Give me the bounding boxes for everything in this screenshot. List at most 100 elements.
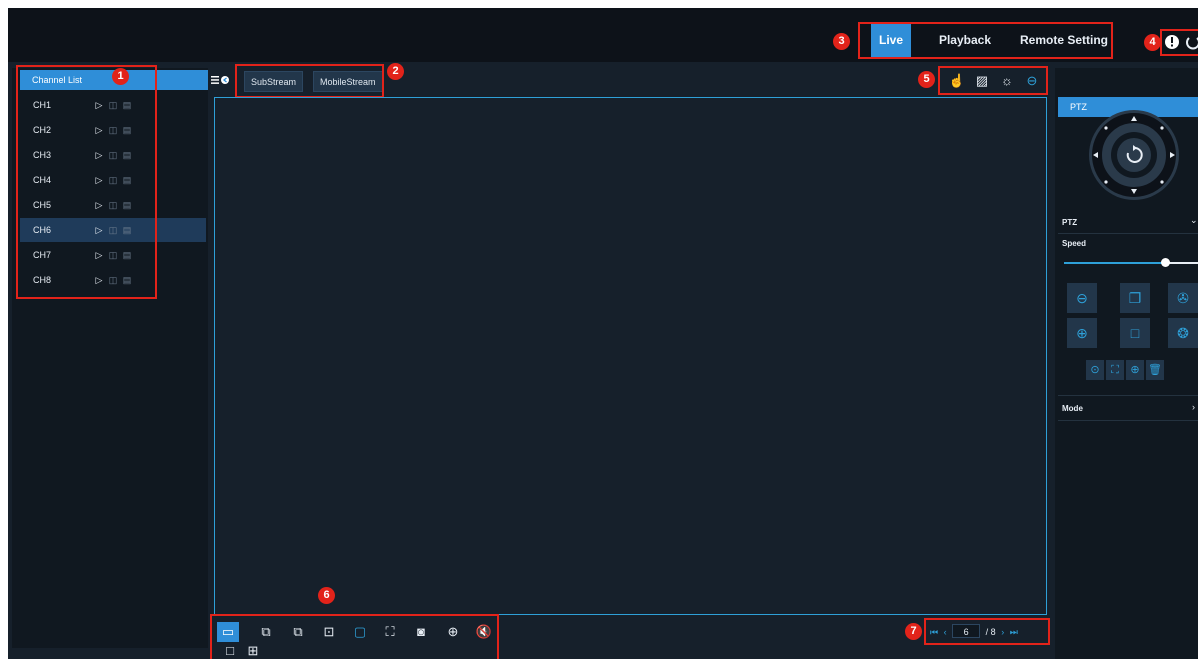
play-icon[interactable]: ▷ [92,218,106,242]
chevron-right-icon[interactable]: › [1192,402,1195,412]
list-menu-icon[interactable] [208,73,230,87]
callout-6: 6 [318,587,335,604]
callout-4: 4 [1144,34,1161,51]
play-icon[interactable]: ▷ [92,93,106,117]
power-icon[interactable] [1184,33,1198,51]
play-icon[interactable]: ▷ [92,243,106,267]
channel-row-ch6[interactable]: CH6 ▷ ◫ ▤ [20,218,206,242]
play-icon[interactable]: ▷ [92,268,106,292]
video-view[interactable] [214,97,1047,615]
ptz-dome-icon[interactable]: ⊖ [1022,71,1042,91]
snapshot-icon[interactable]: ◫ [106,193,120,217]
channel-label: CH4 [33,175,52,185]
iris-open-button[interactable]: ✇ [1168,283,1198,313]
tab-remote-setting[interactable]: Remote Setting [1015,22,1113,58]
speed-slider[interactable] [1064,258,1198,268]
record-icon[interactable]: ▤ [120,218,134,242]
last-page-icon[interactable]: ⏭ [1010,627,1018,637]
single-layout-icon[interactable]: □ [219,642,241,659]
channel-label: CH8 [33,275,52,285]
record-icon[interactable]: ▤ [120,118,134,142]
record-icon[interactable]: ▤ [120,243,134,267]
channel-label: CH2 [33,125,52,135]
record-icon[interactable]: ▤ [120,93,134,117]
snapshot-icon[interactable]: ◫ [106,118,120,142]
channel-label: CH3 [33,150,52,160]
zoom-search-icon[interactable]: ⊙ [1086,360,1104,380]
substream-button[interactable]: SubStream [244,71,304,92]
play-icon[interactable]: ▷ [92,143,106,167]
quad-layout-icon[interactable]: ⊞ [242,642,264,659]
record-icon[interactable]: ▤ [120,268,134,292]
record-icon[interactable]: ▤ [120,143,134,167]
mobilestream-button[interactable]: MobileStream [313,71,383,92]
callout-7: 7 [905,623,922,640]
speed-slider-thumb[interactable] [1160,258,1170,267]
zoom-in-icon[interactable]: ⊕ [442,622,464,642]
channel-row-ch2[interactable]: CH2 ▷ ◫ ▤ [20,118,206,142]
focus-far-button[interactable]: ❐ [1120,283,1150,313]
iris-close-button[interactable]: ❂ [1168,318,1198,348]
callout-1: 1 [112,68,129,85]
channel-label: CH1 [33,100,52,110]
channel-row-ch5[interactable]: CH5 ▷ ◫ ▤ [20,193,206,217]
first-page-icon[interactable]: ⏮ [930,627,938,637]
previous-group-icon[interactable]: ⧉ [255,622,277,642]
speed-label: Speed [1062,239,1087,248]
record-icon[interactable]: ▤ [120,168,134,192]
pager: ⏮ ‹ 6 / 8 › ⏭ [930,622,1018,642]
channel-row-ch1[interactable]: CH1 ▷ ◫ ▤ [20,93,206,117]
zoom-out-button[interactable]: ⊖ [1067,283,1097,313]
mode-label: Mode [1062,404,1083,413]
info-icon[interactable] [1163,33,1181,51]
digital-zoom-icon[interactable]: ⊡ [318,622,340,642]
mute-icon[interactable]: 🔇 [473,622,495,642]
delete-preset-icon[interactable]: 🗑 [1146,360,1164,380]
single-view-icon[interactable]: ▭ [217,622,239,642]
snapshot-icon[interactable]: ◫ [106,268,120,292]
play-icon[interactable]: ▷ [92,168,106,192]
channel-row-ch7[interactable]: CH7 ▷ ◫ ▤ [20,243,206,267]
tab-live[interactable]: Live [871,22,911,58]
snapshot-icon[interactable]: ◫ [106,143,120,167]
channel-row-ch3[interactable]: CH3 ▷ ◫ ▤ [20,143,206,167]
next-group-icon[interactable]: ⧉ [287,622,309,642]
snapshot-icon[interactable]: ◫ [106,168,120,192]
zoom-in-button[interactable]: ⊕ [1067,318,1097,348]
record-icon[interactable]: ▤ [120,193,134,217]
channel-label: CH6 [33,225,52,235]
snapshot-icon[interactable]: ◫ [106,218,120,242]
ptz-direction-pad[interactable] [1084,107,1184,203]
divider [1058,395,1198,396]
callout-5: 5 [918,71,935,88]
snapshot-icon[interactable]: ◙ [410,622,432,642]
chevron-down-icon[interactable]: ⌄ [1190,215,1198,226]
play-icon[interactable]: ▷ [92,193,106,217]
channel-row-ch8[interactable]: CH8 ▷ ◫ ▤ [20,268,206,292]
snapshot-icon[interactable]: ◫ [106,93,120,117]
channel-row-ch4[interactable]: CH4 ▷ ◫ ▤ [20,168,206,192]
channel-list-title: Channel List [32,75,83,85]
tab-playback[interactable]: Playback [930,22,1000,58]
divider [1058,420,1198,421]
hand-icon[interactable]: ☝ [947,71,967,91]
channel-label: CH5 [33,200,52,210]
image-settings-icon[interactable]: ▨ [972,71,992,91]
add-preset-icon[interactable]: ⊕ [1126,360,1144,380]
preset-frame-icon[interactable]: ⛶ [1106,360,1124,380]
speed-slider-fill [1064,262,1165,264]
brightness-icon[interactable]: ☼ [997,71,1017,91]
callout-2: 2 [387,63,404,80]
ptz-section-label: PTZ [1062,218,1078,227]
screen-mode-icon[interactable]: ▢ [349,622,371,642]
focus-near-button[interactable]: □ [1120,318,1150,348]
play-icon[interactable]: ▷ [92,118,106,142]
next-page-icon[interactable]: › [1001,627,1004,637]
fullscreen-icon[interactable]: ⛶ [379,622,401,642]
snapshot-icon[interactable]: ◫ [106,243,120,267]
channel-label: CH7 [33,250,52,260]
page-input[interactable]: 6 [952,624,981,638]
prev-page-icon[interactable]: ‹ [944,627,947,637]
page-total: / 8 [985,627,996,637]
divider [1058,233,1198,234]
